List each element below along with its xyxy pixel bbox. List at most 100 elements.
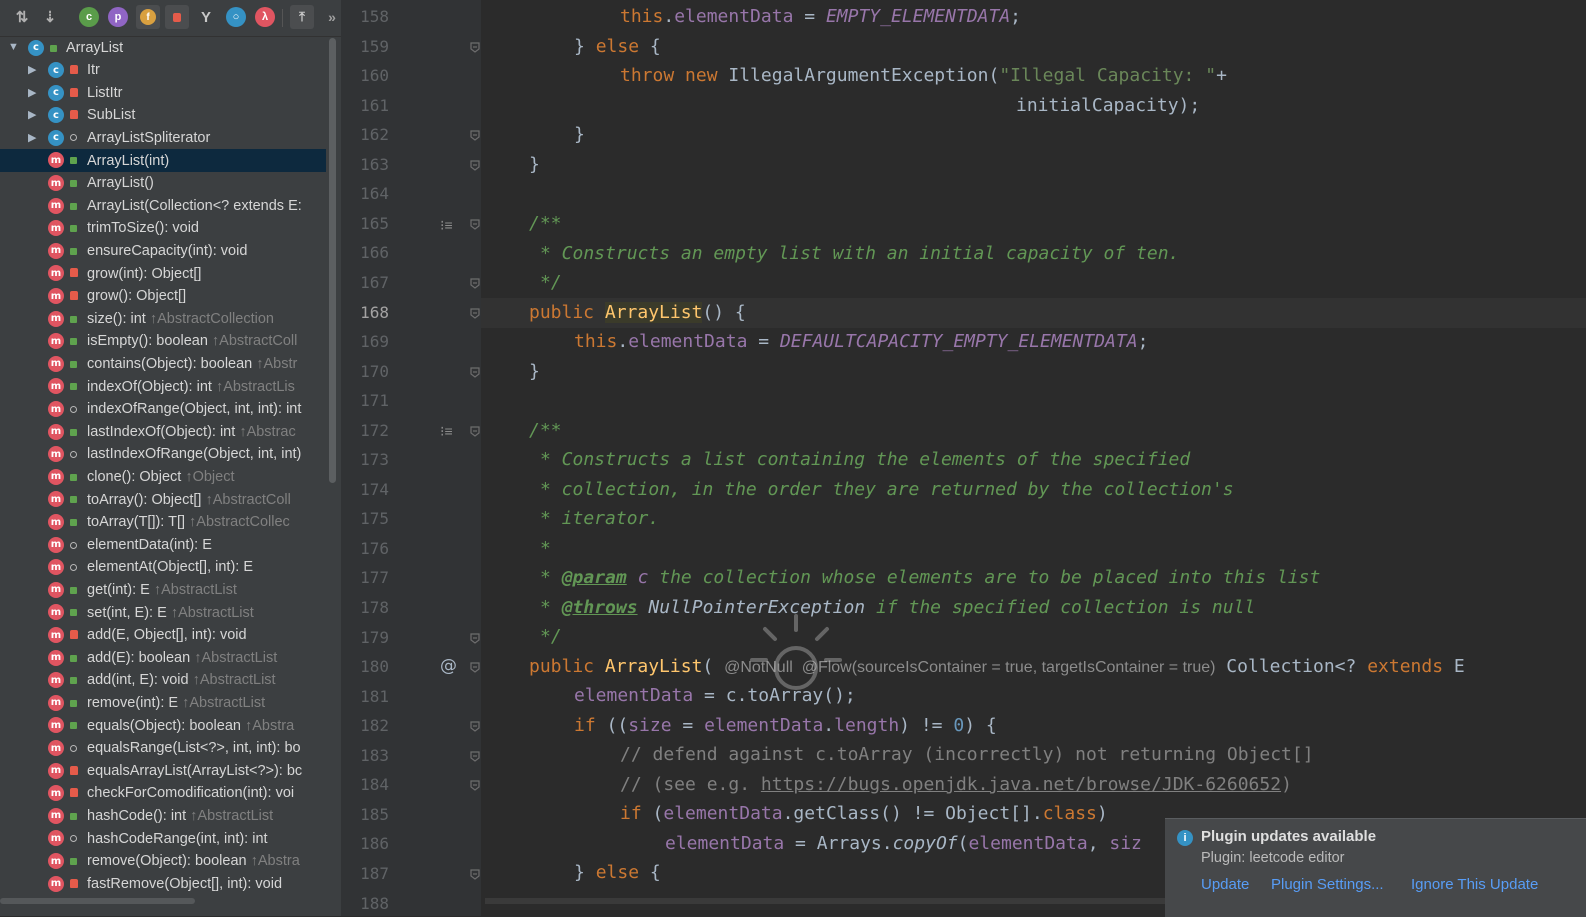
fold-marker-icon[interactable] xyxy=(469,218,481,230)
tree-member-row[interactable]: m add(E): boolean ↑AbstractList xyxy=(0,647,326,670)
tree-nested-class[interactable]: ▶ c Itr xyxy=(0,59,326,82)
ignore-update-link[interactable]: Ignore This Update xyxy=(1411,876,1538,893)
tree-member-row[interactable]: m lastIndexOfRange(Object, int, int) xyxy=(0,443,326,466)
sort-by-visibility-icon[interactable]: ⇅ xyxy=(12,7,32,27)
member-signature: get(int): E xyxy=(87,582,154,599)
line-number: 174 xyxy=(360,479,389,499)
sort-alphabetically-icon[interactable]: ⇣ xyxy=(40,7,60,27)
show-non-public-button[interactable] xyxy=(165,5,189,29)
collapse-arrow-icon[interactable]: ▶ xyxy=(28,110,38,121)
fold-marker-icon[interactable] xyxy=(469,632,481,644)
rendered-doc-icon[interactable]: ⁝≡ xyxy=(440,423,453,440)
fold-marker-icon[interactable] xyxy=(469,159,481,171)
more-icon[interactable]: » xyxy=(322,7,341,27)
tree-member-row[interactable]: m checkForComodification(int): voi xyxy=(0,782,326,805)
member-signature: fastRemove(Object[], int): void xyxy=(87,875,283,892)
plugin-settings-link[interactable]: Plugin Settings... xyxy=(1271,876,1384,893)
method-icon: m xyxy=(48,310,64,327)
fold-marker-icon[interactable] xyxy=(469,661,481,673)
member-label: elementAt(Object[], int): E xyxy=(87,559,253,575)
method-icon: m xyxy=(48,378,64,395)
fold-marker-icon[interactable] xyxy=(469,868,481,880)
package-visibility-icon xyxy=(70,541,77,549)
tree-member-row[interactable]: m toArray(): Object[] ↑AbstractColl xyxy=(0,488,326,511)
fold-marker-icon[interactable] xyxy=(469,307,481,319)
tree-member-row[interactable]: m clone(): Object ↑Object xyxy=(0,466,326,489)
fold-marker-icon[interactable] xyxy=(469,750,481,762)
tree-member-row[interactable]: m indexOf(Object): int ↑AbstractLis xyxy=(0,375,326,398)
show-fields-button[interactable]: f xyxy=(136,5,160,29)
tree-member-row[interactable]: m equals(Object): boolean ↑Abstra xyxy=(0,714,326,737)
tree-member-row[interactable]: m add(E, Object[], int): void xyxy=(0,624,326,647)
show-inherited-icon[interactable]: c xyxy=(79,7,99,27)
fold-marker-icon[interactable] xyxy=(469,425,481,437)
tree-member-row[interactable]: m remove(Object): boolean ↑Abstra xyxy=(0,850,326,873)
line-number: 161 xyxy=(360,95,389,115)
member-label: toArray(T[]): T[] ↑AbstractCollec xyxy=(87,514,290,530)
method-icon: m xyxy=(48,717,64,734)
tree-member-row[interactable]: m hashCode(): int ↑AbstractList xyxy=(0,805,326,828)
tree-member-row[interactable]: m hashCodeRange(int, int): int xyxy=(0,827,326,850)
tree-member-row[interactable]: m add(int, E): void ↑AbstractList xyxy=(0,669,326,692)
code-line: // defend against c.toArray (incorrectly… xyxy=(620,744,1314,765)
tree-member-row[interactable]: m remove(int): E ↑AbstractList xyxy=(0,692,326,715)
show-anonymous-icon[interactable]: ○ xyxy=(226,7,246,27)
tree-member-row[interactable]: m grow(int): Object[] xyxy=(0,262,326,285)
tree-horizontal-scrollbar[interactable] xyxy=(0,898,195,904)
tree-member-row[interactable]: m elementData(int): E xyxy=(0,534,326,557)
tree-nested-class[interactable]: ▶ c ListItr xyxy=(0,82,326,105)
tree-member-row[interactable]: m isEmpty(): boolean ↑AbstractColl xyxy=(0,330,326,353)
tree-member-row[interactable]: m ArrayList(int) xyxy=(0,149,326,172)
fold-marker-icon[interactable] xyxy=(469,366,481,378)
member-signature: ArrayList(Collection<? extends E: xyxy=(87,197,302,214)
member-label: checkForComodification(int): voi xyxy=(87,785,294,801)
tree-member-row[interactable]: m get(int): E ↑AbstractList xyxy=(0,579,326,602)
method-icon: m xyxy=(48,740,64,756)
show-properties-icon[interactable]: p xyxy=(108,7,128,27)
code-line: } xyxy=(529,154,540,175)
collapse-arrow-icon[interactable]: ▶ xyxy=(28,65,38,76)
expand-arrow-icon[interactable]: ▼ xyxy=(8,41,19,52)
tree-member-row[interactable]: m trimToSize(): void xyxy=(0,217,326,240)
autoscroll-icon[interactable]: ⤒ xyxy=(290,5,314,29)
fold-marker-icon[interactable] xyxy=(469,720,481,732)
fold-marker-icon[interactable] xyxy=(469,277,481,289)
code-line: this.elementData = DEFAULTCAPACITY_EMPTY… xyxy=(574,331,1149,352)
annotation-marker-icon[interactable]: @ xyxy=(440,656,457,676)
tree-member-row[interactable]: m set(int, E): E ↑AbstractList xyxy=(0,601,326,624)
tree-member-row[interactable]: m ensureCapacity(int): void xyxy=(0,240,326,263)
update-link[interactable]: Update xyxy=(1201,876,1249,893)
fold-marker-icon[interactable] xyxy=(469,41,481,53)
tree-scrollbar[interactable] xyxy=(329,38,336,483)
tree-member-row[interactable]: m ArrayList(Collection<? extends E: xyxy=(0,195,326,218)
tree-member-row[interactable]: m equalsArrayList(ArrayList<?>): bc xyxy=(0,760,326,783)
member-label: elementData(int): E xyxy=(87,537,212,553)
tree-member-row[interactable]: m grow(): Object[] xyxy=(0,285,326,308)
tree-member-row[interactable]: m equalsRange(List<?>, int, int): bo xyxy=(0,737,326,760)
collapse-arrow-icon[interactable]: ▶ xyxy=(28,87,38,98)
line-number: 182 xyxy=(360,716,389,736)
member-label: remove(int): E ↑AbstractList xyxy=(87,695,265,711)
fold-marker-icon[interactable] xyxy=(469,779,481,792)
tree-member-row[interactable]: m ArrayList() xyxy=(0,172,326,195)
tree-member-row[interactable]: m elementAt(Object[], int): E xyxy=(0,556,326,579)
tree-member-row[interactable]: m contains(Object): boolean ↑Abstr xyxy=(0,353,326,376)
show-lambdas-icon[interactable]: Y xyxy=(196,7,216,27)
tree-member-row[interactable]: m toArray(T[]): T[] ↑AbstractCollec xyxy=(0,511,326,534)
tree-nested-class[interactable]: ▶ c SubList xyxy=(0,104,326,127)
member-signature: toArray(): Object[] xyxy=(87,491,206,508)
show-lambdas-2-icon[interactable]: λ xyxy=(255,7,275,27)
public-visibility-icon xyxy=(70,654,77,662)
tree-member-row[interactable]: m lastIndexOf(Object): int ↑Abstrac xyxy=(0,421,326,444)
code-line: this.elementData = EMPTY_ELEMENTDATA; xyxy=(620,6,1022,27)
code-editor[interactable]: this.elementData = EMPTY_ELEMENTDATA; } … xyxy=(481,0,1586,916)
tree-member-row[interactable]: m indexOfRange(Object, int, int): int xyxy=(0,398,326,421)
tree-nested-class[interactable]: ▶ c ArrayListSpliterator xyxy=(0,127,326,150)
collapse-arrow-icon[interactable]: ▶ xyxy=(28,132,38,143)
tree-member-row[interactable]: m fastRemove(Object[], int): void xyxy=(0,873,326,896)
fold-marker-icon[interactable] xyxy=(469,129,481,141)
tree-root-row[interactable]: ▼ c ArrayList xyxy=(0,37,326,60)
member-signature: grow(): Object[] xyxy=(87,288,187,305)
rendered-doc-icon[interactable]: ⁝≡ xyxy=(440,217,453,234)
tree-member-row[interactable]: m size(): int ↑AbstractCollection xyxy=(0,308,326,331)
